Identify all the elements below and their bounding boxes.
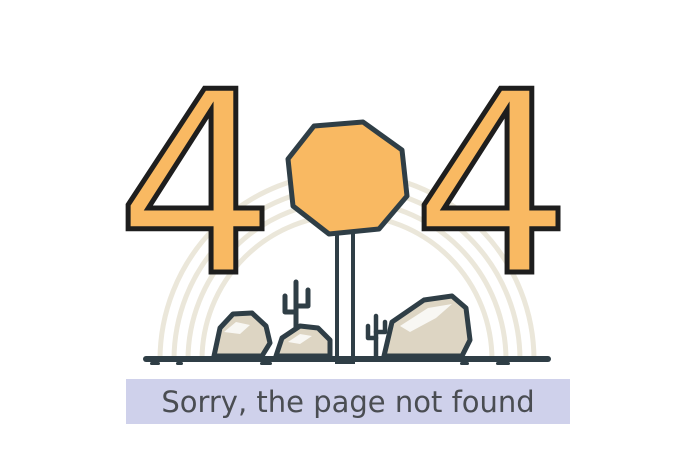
error-message-banner: Sorry, the page not found (126, 379, 570, 424)
error-digit-left: 4 (116, 39, 276, 332)
cactus-icon (365, 313, 388, 359)
rock-icon (381, 293, 473, 359)
rock-icon (273, 323, 333, 359)
ground-line (143, 356, 551, 362)
error-message: Sorry, the page not found (161, 384, 535, 419)
ground-pebbles (150, 362, 510, 365)
error-digit-right: 4 (412, 39, 572, 332)
cactus-icon (282, 279, 311, 333)
